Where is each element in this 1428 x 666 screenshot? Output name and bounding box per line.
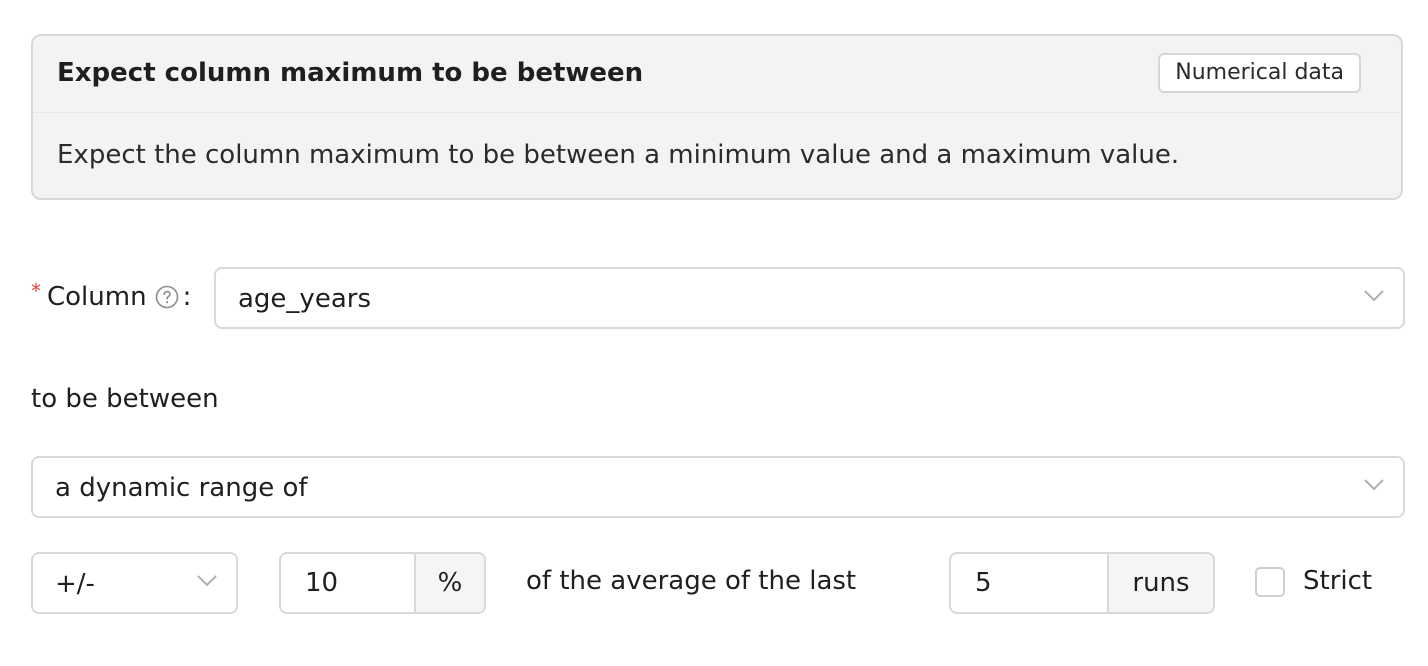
expectation-card: Expect column maximum to be between Nume… bbox=[31, 34, 1403, 200]
strict-label[interactable]: Strict bbox=[1303, 566, 1372, 596]
chevron-down-icon bbox=[197, 575, 217, 587]
runs-input[interactable]: 5 bbox=[951, 554, 1107, 612]
category-badge: Numerical data bbox=[1158, 53, 1361, 93]
tolerance-input[interactable]: 10 bbox=[281, 554, 414, 612]
chevron-down-icon bbox=[1364, 479, 1384, 491]
percent-addon: % bbox=[414, 554, 484, 612]
runs-addon: runs bbox=[1107, 554, 1213, 612]
question-circle-icon[interactable] bbox=[155, 285, 179, 309]
average-text: of the average of the last bbox=[526, 566, 857, 596]
required-asterisk: * bbox=[31, 279, 41, 303]
range-type-value: a dynamic range of bbox=[55, 473, 308, 503]
column-label-text: Column bbox=[47, 282, 147, 312]
strict-checkbox[interactable] bbox=[1255, 567, 1285, 597]
column-select-value: age_years bbox=[238, 284, 371, 314]
expectation-title: Expect column maximum to be between bbox=[57, 58, 644, 88]
tolerance-input-group: 10 % bbox=[279, 552, 486, 614]
column-row: * Column : age_years bbox=[31, 267, 1405, 329]
chevron-down-icon bbox=[1364, 290, 1384, 302]
expectation-description: Expect the column maximum to be between … bbox=[57, 140, 1180, 170]
column-label: * Column : bbox=[31, 279, 192, 312]
card-header: Expect column maximum to be between Nume… bbox=[33, 36, 1401, 113]
runs-input-group: 5 runs bbox=[949, 552, 1215, 614]
between-text: to be between bbox=[31, 384, 219, 414]
operator-value: +/- bbox=[55, 569, 95, 599]
column-label-colon: : bbox=[182, 282, 192, 312]
column-select[interactable]: age_years bbox=[214, 267, 1405, 329]
operator-select[interactable]: +/- bbox=[31, 552, 238, 614]
range-type-select[interactable]: a dynamic range of bbox=[31, 456, 1405, 518]
